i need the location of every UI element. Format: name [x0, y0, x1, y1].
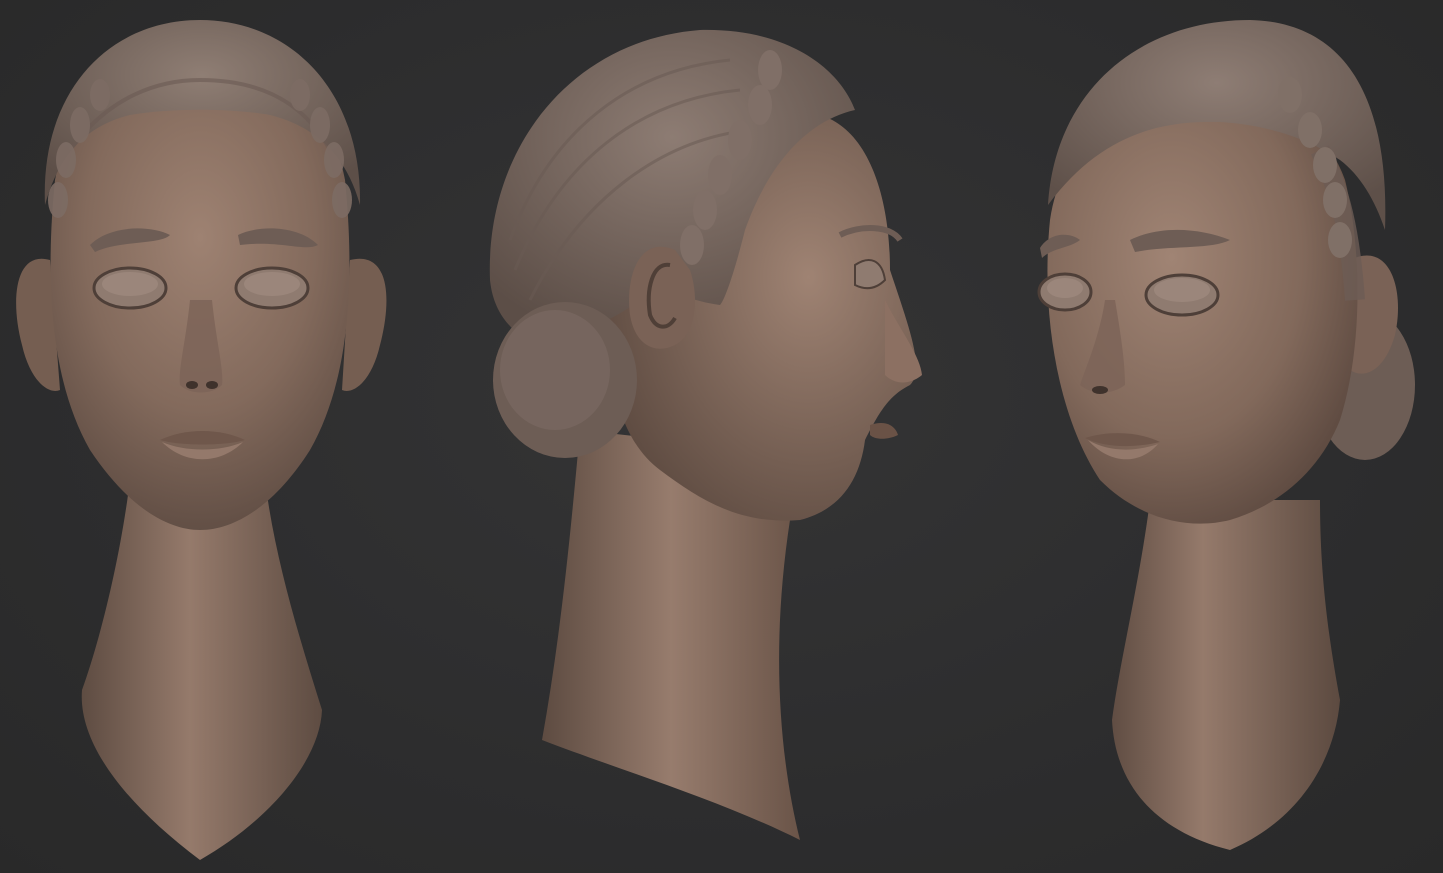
front-view-head — [0, 0, 400, 873]
three-quarter-view-head — [1020, 0, 1443, 873]
side-view-head — [470, 0, 950, 873]
neck — [1112, 500, 1340, 850]
viewport-canvas — [0, 0, 1443, 873]
mouth — [870, 423, 898, 439]
neck — [81, 480, 323, 860]
